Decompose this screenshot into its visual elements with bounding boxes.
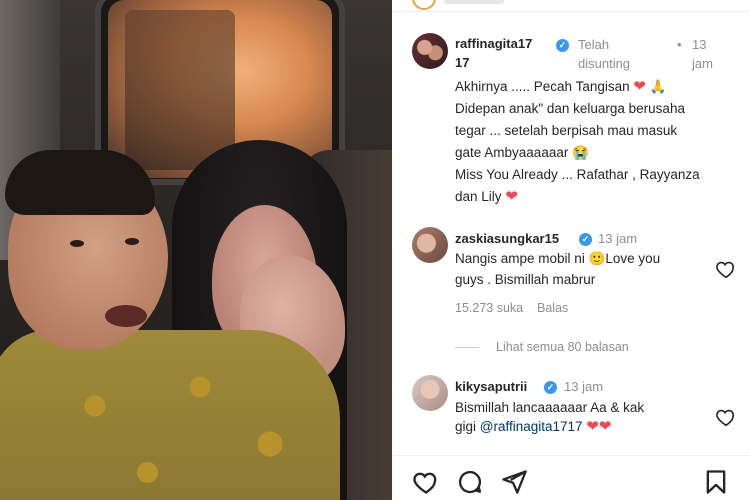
man-mouth [105,305,147,327]
man-shirt [0,330,340,500]
author-avatar[interactable] [412,33,448,69]
post-video[interactable] [0,0,392,500]
caption-line-4: gate Ambyaaaaaar 😭 [455,142,589,164]
heart-outline-icon[interactable] [715,258,737,280]
man-eye [70,240,84,247]
comment-time[interactable]: 13 jam [564,379,603,394]
commenter-avatar[interactable] [412,375,448,411]
author-username[interactable]: raffinagita17 [455,36,532,51]
header-avatar[interactable] [412,0,436,10]
verified-badge-icon: ✓ [556,39,569,52]
comment-username[interactable]: zaskiasungkar15 [455,231,559,246]
mention-link[interactable]: @raffinagita1717 [480,419,583,434]
caption-line-5: Miss You Already ... Rafathar , Rayyanza [455,167,700,182]
comment-line-2: gigi @raffinagita1717 ❤❤ [455,416,611,438]
comment-text: gigi [455,419,477,434]
comment-line-2: guys . Bismillah mabrur [455,272,596,287]
comment-username[interactable]: kikysaputrii [455,379,527,394]
post-time-unit: jam [692,56,713,71]
paper-plane-icon[interactable] [500,468,528,496]
header-username-cropped [444,0,504,4]
caption-line-6: dan Lily ❤ [455,186,518,208]
man-hair [5,150,155,215]
reply-button[interactable]: Balas [537,301,568,315]
post-time[interactable]: 13 [692,37,706,52]
verified-badge-icon: ✓ [579,233,592,246]
post-header-strip [392,0,750,12]
caption-text: Akhirnya ..... Pecah Tangisan [455,79,630,94]
comments-panel: raffinagita17 ✓ 17 Telah disunting • 13 … [392,0,750,500]
heart-outline-icon[interactable] [715,406,737,428]
caption-text: gate Ambyaaaaaar [455,145,569,160]
comment-line-1: Nangis ampe mobil ni 🙂Love you [455,251,661,266]
comment-time[interactable]: 13 jam [598,231,637,246]
caption-line-3: tegar ... setelah berpisah mau masuk [455,123,678,138]
bookmark-icon[interactable] [702,468,730,496]
edited-label-2: disunting [578,56,631,71]
man-eye [125,238,139,245]
heart-emoji-icon: ❤ [633,78,646,95]
heart-emoji-icon: ❤ [505,188,518,205]
replies-divider [455,347,479,348]
window-reflection [125,10,235,170]
caption-text: dan Lily [455,189,502,204]
comment-icon[interactable] [456,468,484,496]
heart-emoji-icon: ❤ [598,418,612,435]
commenter-avatar[interactable] [412,227,448,263]
caption-line-2: Didepan anak" dan keluarga berusaha [455,101,685,116]
heart-emoji-icon: ❤ [586,418,599,435]
edited-label: Telah [578,37,610,52]
pray-emoji-icon: 🙏 [649,79,667,94]
like-heart-icon[interactable] [412,468,440,496]
like-count[interactable]: 15.273 suka [455,301,523,315]
time-dot: • [677,37,682,52]
post-action-bar [392,455,750,500]
view-replies-link[interactable]: Lihat semua 80 balasan [496,340,629,354]
crying-emoji-icon: 😭 [572,145,589,160]
author-username-suffix: 17 [455,55,470,70]
verified-badge-icon: ✓ [544,381,557,394]
caption-line-1: Akhirnya ..... Pecah Tangisan ❤ 🙏 [455,76,667,98]
